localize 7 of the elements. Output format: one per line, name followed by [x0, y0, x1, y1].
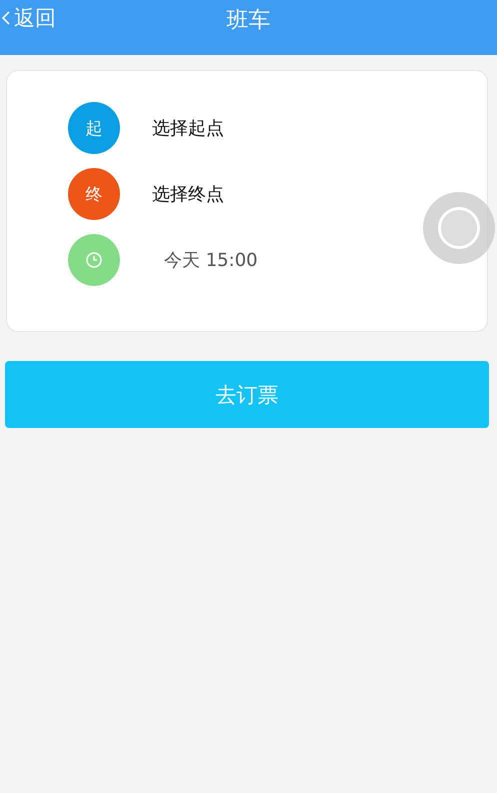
- time-label[interactable]: 今天 15:00: [164, 248, 258, 272]
- page-title: 班车: [226, 7, 270, 35]
- route-badge: 起: [68, 102, 120, 154]
- route-badge: 终: [68, 168, 120, 220]
- back-icon: [2, 11, 10, 25]
- route-label[interactable]: 选择起点: [152, 116, 224, 140]
- route-label[interactable]: 选择终点: [152, 182, 224, 206]
